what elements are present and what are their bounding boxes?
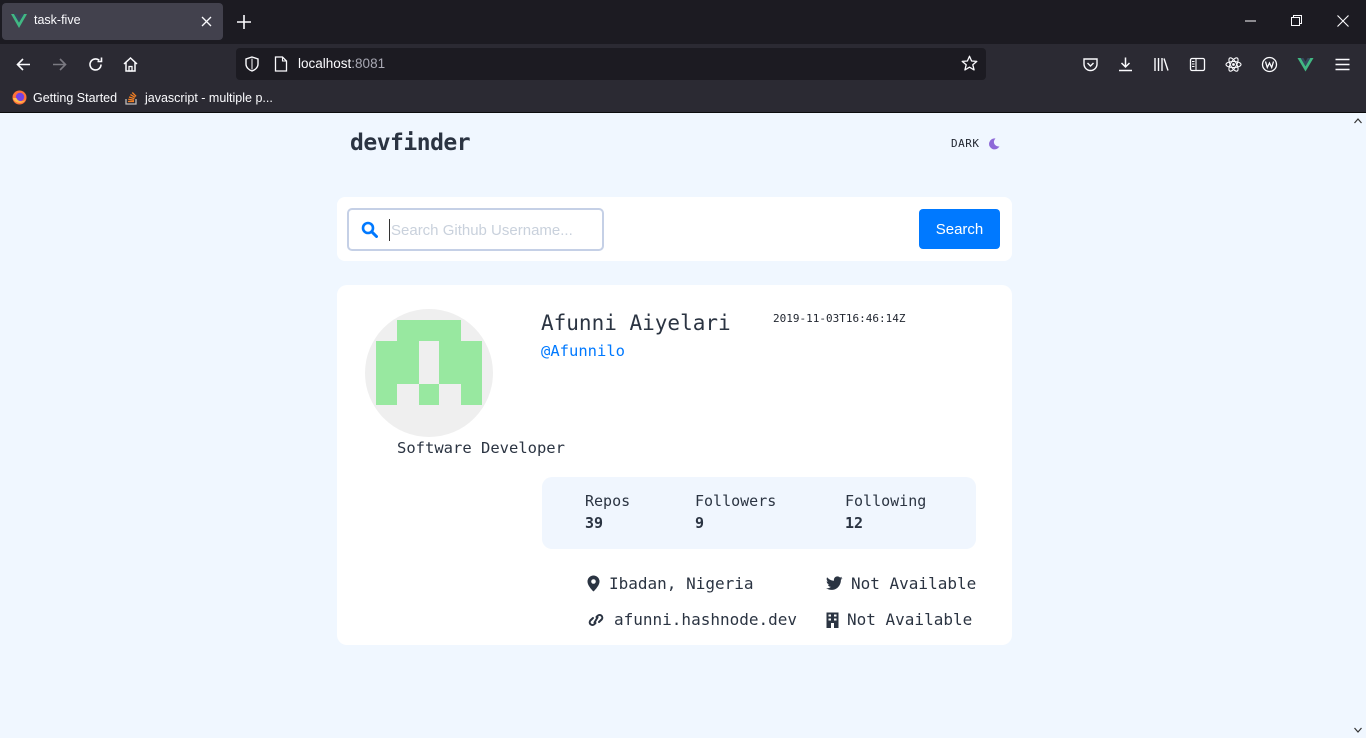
page-viewport: devfinder DARK Search Afunn: [0, 113, 1366, 738]
minimize-icon[interactable]: [1245, 15, 1257, 27]
stat-value: 12: [845, 514, 864, 532]
reload-icon[interactable]: [87, 56, 104, 73]
location-text: Ibadan, Nigeria: [609, 574, 754, 593]
vue-icon: [11, 14, 27, 28]
stat-repos: Repos 39: [585, 492, 630, 532]
office-building-icon: [826, 612, 839, 628]
search-card: Search: [337, 197, 1012, 261]
sidebar-icon[interactable]: [1189, 56, 1206, 73]
search-box[interactable]: [347, 208, 604, 251]
tab-strip: task-five: [0, 0, 1366, 44]
url-port: :8081: [351, 56, 386, 71]
new-tab-icon[interactable]: [236, 14, 252, 30]
stat-label: Followers: [695, 492, 777, 510]
stackoverflow-icon: [125, 92, 137, 105]
stats-panel: Repos 39 Followers 9 Following 12: [542, 477, 976, 549]
link-icon: [588, 613, 604, 626]
theme-label: DARK: [951, 137, 980, 150]
company-info: Not Available: [826, 610, 972, 629]
bookmark-label: Getting Started: [33, 90, 118, 105]
search-icon: [361, 221, 378, 238]
search-button[interactable]: Search: [919, 209, 1000, 249]
page-icon[interactable]: [274, 56, 288, 72]
bookmark-label: javascript - multiple p...: [145, 90, 273, 105]
shield-icon[interactable]: [244, 56, 260, 72]
location-pin-icon: [587, 575, 600, 592]
stat-value: 9: [695, 514, 705, 532]
forward-icon[interactable]: [51, 56, 68, 73]
moon-icon: [988, 137, 999, 149]
bookmark-getting-started[interactable]: Getting Started: [12, 90, 117, 105]
twitter-info: Not Available: [826, 574, 976, 593]
pocket-icon[interactable]: [1082, 56, 1099, 73]
profile-card: Afunni Aiyelari @Afunnilo 2019-11-03T16:…: [337, 285, 1012, 645]
avatar: [365, 309, 493, 437]
profile-name: Afunni Aiyelari: [541, 311, 731, 335]
stat-followers: Followers 9: [695, 492, 776, 532]
twitter-icon: [826, 576, 843, 590]
extension-w-icon[interactable]: [1261, 56, 1278, 73]
browser-tab[interactable]: task-five: [2, 3, 223, 40]
scroll-up-arrow-icon[interactable]: [1354, 117, 1362, 125]
downloads-icon[interactable]: [1117, 56, 1134, 73]
location-info: Ibadan, Nigeria: [586, 574, 754, 593]
library-icon[interactable]: [1153, 56, 1170, 73]
url-host: localhost: [298, 56, 352, 71]
menu-icon[interactable]: [1334, 56, 1351, 73]
react-devtools-icon[interactable]: [1225, 56, 1242, 73]
tab-title: task-five: [34, 13, 81, 27]
home-icon[interactable]: [122, 56, 139, 73]
company-text: Not Available: [847, 610, 973, 629]
search-input[interactable]: [389, 219, 594, 241]
vue-devtools-icon[interactable]: [1297, 56, 1314, 73]
theme-toggle[interactable]: DARK: [951, 137, 1000, 150]
profile-username[interactable]: @Afunnilo: [541, 342, 625, 360]
stat-following: Following 12: [845, 492, 926, 532]
twitter-text: Not Available: [851, 574, 977, 593]
stat-label: Repos: [585, 492, 631, 510]
bookmarks-toolbar: Getting Started javascript - multiple p.…: [0, 84, 1366, 113]
navigation-toolbar: localhost:8081: [0, 44, 1366, 84]
identicon-image: [376, 320, 482, 405]
profile-bio: Software Developer: [397, 439, 565, 457]
restore-icon[interactable]: [1291, 15, 1303, 27]
url-text: localhost:8081: [298, 56, 385, 71]
blog-info[interactable]: afunni.hashnode.dev: [586, 610, 797, 629]
back-icon[interactable]: [15, 56, 32, 73]
bookmark-javascript[interactable]: javascript - multiple p...: [124, 90, 273, 105]
firefox-icon: [12, 90, 27, 105]
close-icon[interactable]: [201, 16, 212, 27]
scroll-down-arrow-icon[interactable]: [1354, 726, 1362, 734]
stat-value: 39: [585, 514, 604, 532]
stat-label: Following: [845, 492, 927, 510]
vertical-scrollbar[interactable]: [1350, 113, 1366, 738]
star-icon[interactable]: [961, 55, 978, 72]
app-logo: devfinder: [350, 130, 471, 156]
joined-date: 2019-11-03T16:46:14Z: [773, 312, 906, 325]
address-bar[interactable]: localhost:8081: [236, 48, 986, 80]
blog-link[interactable]: afunni.hashnode.dev: [614, 610, 797, 629]
close-window-icon[interactable]: [1337, 15, 1349, 27]
